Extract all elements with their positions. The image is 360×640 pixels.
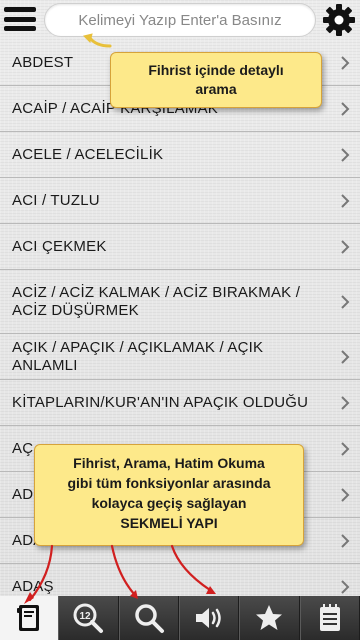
callout-line: kolayca geçiş sağlayan <box>91 495 247 511</box>
notes-icon <box>319 604 340 631</box>
callout-line: Fihrist içinde detaylı <box>148 62 284 78</box>
chevron-right-icon <box>341 441 350 456</box>
tab-favorites[interactable] <box>239 596 300 640</box>
menu-icon[interactable] <box>4 4 36 34</box>
tab-bar: 12 <box>0 596 360 640</box>
gear-icon[interactable] <box>322 3 356 37</box>
search-hint-callout: Fihrist içinde detaylı arama <box>110 52 322 108</box>
index-book-icon <box>17 605 40 631</box>
list-item-label: ABDEST <box>12 53 74 71</box>
list-item[interactable]: ACI ÇEKMEK <box>0 224 360 270</box>
list-item[interactable]: ACİZ / ACİZ KALMAK / ACİZ BIRAKMAK / ACİ… <box>0 270 360 334</box>
tab-page-search[interactable]: 12 <box>58 596 119 640</box>
list-item-label: AÇIK / APAÇIK / AÇIKLAMAK / AÇIK ANLAMLI <box>12 338 264 374</box>
list-item-label: KİTAPLARIN/KUR'AN'IN APAÇIK OLDUĞU <box>12 393 309 411</box>
list-item-label: ACI ÇEKMEK <box>12 237 107 255</box>
star-icon <box>256 605 283 630</box>
chevron-right-icon <box>341 55 350 70</box>
tab-search[interactable] <box>118 596 179 640</box>
callout-line: Fihrist, Arama, Hatim Okuma <box>73 455 265 471</box>
search-12-icon: 12 <box>73 603 104 633</box>
chevron-right-icon <box>341 193 350 208</box>
chevron-right-icon <box>341 239 350 254</box>
callout-line: SEKMELİ YAPI <box>120 515 218 531</box>
callout-line: gibi tüm fonksiyonlar arasında <box>67 475 271 491</box>
callout-line: arama <box>195 81 237 97</box>
tab-audio[interactable] <box>178 596 240 640</box>
list-item-label: ACİZ / ACİZ KALMAK / ACİZ BIRAKMAK / ACİ… <box>12 283 301 319</box>
tab-index[interactable] <box>0 596 59 640</box>
chevron-right-icon <box>341 101 350 116</box>
chevron-right-icon <box>341 349 350 364</box>
chevron-right-icon <box>341 579 350 594</box>
list-item-label: ACELE / ACELECİLİK <box>12 145 164 163</box>
tab-notes[interactable] <box>299 596 360 640</box>
search-input[interactable] <box>44 3 316 37</box>
tab-badge: 12 <box>80 611 92 622</box>
chevron-right-icon <box>341 395 350 410</box>
list-item[interactable]: AÇIK / APAÇIK / AÇIKLAMAK / AÇIK ANLAMLI <box>0 334 360 380</box>
list-item[interactable]: ACI / TUZLU <box>0 178 360 224</box>
list-item-label: AD <box>12 485 34 503</box>
top-bar <box>0 0 360 40</box>
search-icon <box>135 604 164 633</box>
chevron-right-icon <box>341 294 350 309</box>
list-item-label: AÇ <box>12 439 34 457</box>
chevron-right-icon <box>341 487 350 502</box>
tabs-hint-callout: Fihrist, Arama, Hatim Okuma gibi tüm fon… <box>34 444 304 546</box>
list-item[interactable]: KİTAPLARIN/KUR'AN'IN APAÇIK OLDUĞU <box>0 380 360 426</box>
list-item-label: ACI / TUZLU <box>12 191 100 209</box>
speaker-icon <box>196 608 221 628</box>
list-item[interactable]: ACELE / ACELECİLİK <box>0 132 360 178</box>
list-item-label: ADAŞ <box>12 577 54 595</box>
chevron-right-icon <box>341 533 350 548</box>
chevron-right-icon <box>341 147 350 162</box>
